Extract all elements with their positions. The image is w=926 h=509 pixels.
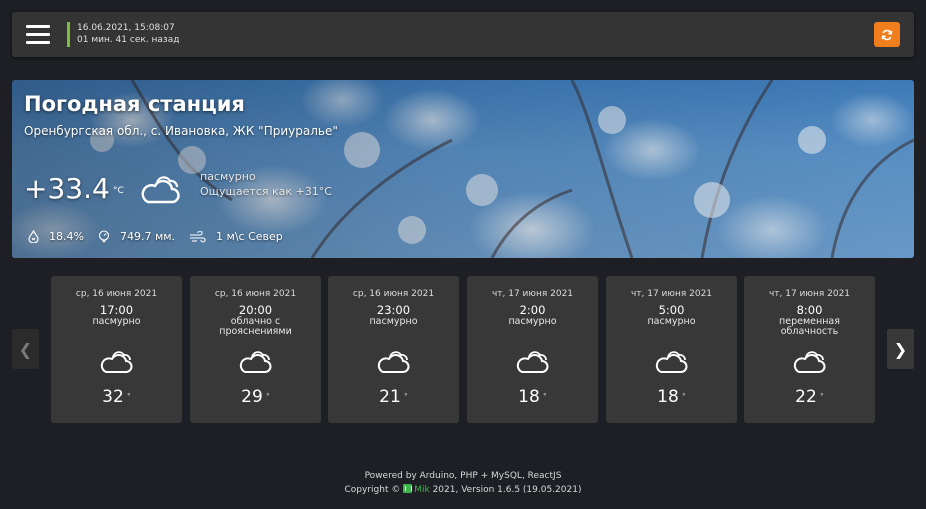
- cloudy-icon: [100, 351, 133, 373]
- wind-value: 1 м\с Север: [216, 230, 283, 243]
- brand-logo-icon: [403, 484, 413, 493]
- forecast-card[interactable]: ср, 16 июня 2021 23:00 пасмурно 21 °: [328, 276, 459, 423]
- degree-symbol: °: [265, 392, 270, 401]
- forecast-date: ср, 16 июня 2021: [352, 289, 435, 299]
- menu-icon-line: [26, 41, 50, 44]
- humidity-stat: 18.4%: [28, 230, 84, 243]
- refresh-icon: [881, 29, 893, 40]
- forecast-card[interactable]: чт, 17 июня 2021 2:00 пасмурно 18 °: [467, 276, 598, 423]
- forecast-temperature: 32 °: [51, 387, 182, 407]
- cloudy-icon: [377, 351, 410, 373]
- forecast-time: 23:00: [376, 303, 411, 317]
- forecast-temp-value: 32: [102, 387, 124, 407]
- forecast-date: чт, 17 июня 2021: [768, 289, 851, 299]
- pressure-stat: 749.7 мм.: [98, 230, 175, 243]
- current-weather-panel: Погодная станция Оренбургская обл., с. И…: [12, 80, 914, 258]
- forecast-temp-value: 18: [518, 387, 540, 407]
- forecast-temperature: 18 °: [606, 387, 737, 407]
- version-info: 2021, Version 1.6.5 (19.05.2021): [432, 485, 582, 495]
- forecast-temp-value: 29: [241, 387, 263, 407]
- forecast-card[interactable]: чт, 17 июня 2021 5:00 пасмурно 18 °: [606, 276, 737, 423]
- current-conditions: пасмурно Ощущается как +31°C: [200, 169, 332, 199]
- pressure-value: 749.7 мм.: [119, 230, 176, 243]
- cloudy-icon: [793, 351, 826, 373]
- forecast-card[interactable]: ср, 16 июня 2021 20:00 облачно с проясне…: [190, 276, 321, 423]
- station-location: Оренбургская обл., с. Ивановка, ЖК "Приу…: [24, 124, 338, 138]
- forecast-time: 17:00: [99, 303, 134, 317]
- pressure-icon: [98, 230, 110, 243]
- menu-icon-line: [26, 25, 50, 28]
- forecast-description: переменная облачность: [779, 316, 840, 337]
- top-bar: 16.06.2021, 15:08:07 01 мин. 41 сек. наз…: [12, 12, 914, 57]
- forecast-description: облачно с прояснениями: [219, 316, 292, 337]
- condition-text: пасмурно: [200, 170, 256, 183]
- forecast-description: пасмурно: [508, 316, 557, 327]
- forecast-card[interactable]: чт, 17 июня 2021 8:00 переменная облачно…: [744, 276, 875, 423]
- degree-symbol: °: [819, 392, 824, 401]
- forecast-date: чт, 17 июня 2021: [491, 289, 574, 299]
- forecast-date: ср, 16 июня 2021: [214, 289, 297, 299]
- forecast-temperature: 18 °: [467, 387, 598, 407]
- forecast-description: пасмурно: [92, 316, 141, 327]
- degree-symbol: °: [681, 392, 686, 401]
- last-update-info: 16.06.2021, 15:08:07 01 мин. 41 сек. наз…: [67, 22, 179, 47]
- degree-symbol: °: [126, 392, 131, 401]
- carousel-next-button[interactable]: ❯: [887, 329, 914, 369]
- forecast-temperature: 21 °: [328, 387, 459, 407]
- degree-symbol: °: [403, 392, 408, 401]
- temperature-unit: °C: [113, 186, 124, 196]
- forecast-temperature: 22 °: [744, 387, 875, 407]
- forecast-card[interactable]: ср, 16 июня 2021 17:00 пасмурно 32 °: [51, 276, 182, 423]
- refresh-button[interactable]: [874, 22, 900, 47]
- cloudy-icon: [516, 351, 549, 373]
- cloudy-icon: [239, 351, 272, 373]
- cloudy-icon: [655, 351, 688, 373]
- wind-stat: 1 м\с Север: [189, 230, 283, 243]
- copyright-prefix: Copyright ©: [344, 485, 401, 495]
- feels-like-text: Ощущается как +31°C: [200, 185, 332, 198]
- humidity-icon: [28, 230, 39, 243]
- forecast-temp-value: 22: [795, 387, 817, 407]
- degree-symbol: °: [542, 392, 547, 401]
- footer-copyright: Copyright © Mik 2021, Version 1.6.5 (19.…: [0, 483, 926, 497]
- wind-icon: [190, 230, 206, 243]
- last-update-datetime: 16.06.2021, 15:08:07: [77, 23, 175, 33]
- forecast-temp-value: 18: [657, 387, 679, 407]
- page-title: Погодная станция: [24, 92, 245, 116]
- forecast-description: пасмурно: [369, 316, 418, 327]
- forecast-time: 20:00: [238, 303, 273, 317]
- last-update-ago: 01 мин. 41 сек. назад: [77, 35, 180, 45]
- forecast-temp-value: 21: [379, 387, 401, 407]
- forecast-time: 5:00: [658, 303, 685, 317]
- humidity-value: 18.4%: [49, 230, 84, 243]
- forecast-description: пасмурно: [647, 316, 696, 327]
- forecast-date: чт, 17 июня 2021: [630, 289, 713, 299]
- brand-link[interactable]: Mik: [414, 485, 429, 495]
- current-temperature: +33.4: [24, 172, 110, 205]
- carousel-prev-button[interactable]: ❮: [12, 329, 39, 369]
- forecast-time: 2:00: [519, 303, 546, 317]
- forecast-date: ср, 16 июня 2021: [75, 289, 158, 299]
- menu-icon-line: [26, 33, 50, 36]
- menu-icon[interactable]: [26, 24, 50, 46]
- forecast-time: 8:00: [796, 303, 823, 317]
- cloudy-icon: [141, 176, 180, 204]
- footer: Powered by Arduino, PHP + MySQL, ReactJS…: [0, 469, 926, 497]
- forecast-temperature: 29 °: [190, 387, 321, 407]
- footer-powered-by: Powered by Arduino, PHP + MySQL, ReactJS: [364, 471, 562, 481]
- weather-stats: 18.4% 749.7 мм. 1 м\с Север: [28, 230, 297, 243]
